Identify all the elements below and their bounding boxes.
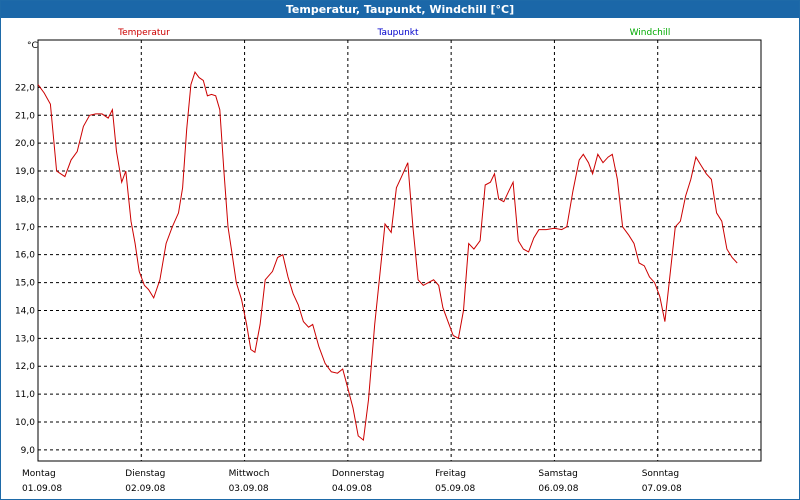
chart-title: Temperatur, Taupunkt, Windchill [°C] [1, 1, 799, 18]
y-tick-label: 18,0 [15, 195, 35, 205]
y-tick-label: 20,0 [15, 139, 35, 149]
y-tick-label: 15,0 [15, 279, 35, 289]
x-tick-day: Montag [22, 469, 56, 479]
y-axis-ticks: 9,0 10,0 11,0 12,0 13,0 14,0 15,0 16,0 17,0 18,0 1… [15, 83, 35, 455]
x-tick-day: Sonntag [642, 469, 679, 479]
y-axis-unit-label: °C [27, 41, 38, 51]
y-tick-label: 17,0 [15, 223, 35, 233]
y-tick-label: 16,0 [15, 251, 35, 261]
legend-windchill: Windchill [630, 28, 671, 38]
y-tick-label: 19,0 [15, 167, 35, 177]
y-tick-label: 11,0 [15, 390, 35, 400]
y-tick-label: 9,0 [21, 446, 36, 456]
y-tick-label: 21,0 [15, 111, 35, 121]
legend: Temperatur Taupunkt Windchill [117, 28, 670, 38]
chart-svg: 9,0 10,0 11,0 12,0 13,0 14,0 15,0 16,0 17,0 18,0 1… [15, 28, 762, 494]
x-tick-day: Samstag [538, 469, 577, 479]
plot-area [37, 39, 762, 462]
chart-window: Temperatur, Taupunkt, Windchill [°C] 9,0… [0, 0, 800, 500]
x-tick-date: 03.09.08 [229, 484, 269, 494]
x-tick-date: 04.09.08 [332, 484, 372, 494]
y-tick-label: 14,0 [15, 306, 35, 316]
x-tick-date: 02.09.08 [125, 484, 165, 494]
y-tick-label: 10,0 [15, 418, 35, 428]
x-tick-day: Mittwoch [229, 469, 270, 479]
x-tick-day: Donnerstag [332, 469, 385, 479]
legend-taupunkt: Taupunkt [376, 28, 419, 38]
x-tick-date: 05.09.08 [435, 484, 475, 494]
x-tick-date: 01.09.08 [22, 484, 62, 494]
x-tick-day: Dienstag [125, 469, 165, 479]
x-tick-day: Freitag [435, 469, 466, 479]
x-axis-ticks: Montag 01.09.08 Dienstag 02.09.08 Mittwoch 03… [22, 469, 682, 494]
legend-temperatur: Temperatur [117, 28, 170, 38]
y-tick-label: 22,0 [15, 83, 35, 93]
y-tick-label: 12,0 [15, 362, 35, 372]
x-tick-date: 07.09.08 [642, 484, 682, 494]
x-tick-date: 06.09.08 [538, 484, 578, 494]
y-tick-label: 13,0 [15, 334, 35, 344]
